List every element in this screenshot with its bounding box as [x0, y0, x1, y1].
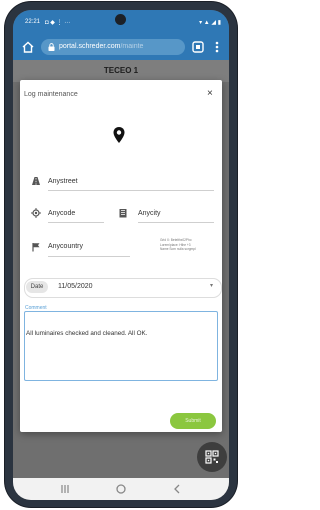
camera-icon [115, 14, 126, 25]
menu-icon[interactable] [211, 40, 223, 54]
map-pin-icon [113, 127, 125, 143]
back-icon[interactable] [169, 482, 185, 496]
recents-icon[interactable] [57, 482, 73, 496]
url-path: /mainte [120, 43, 144, 50]
app-title: TECEO 1 [103, 66, 139, 75]
tabs-icon[interactable] [191, 40, 205, 54]
close-icon[interactable]: × [207, 89, 213, 99]
country-field[interactable]: Anycountry [48, 243, 83, 250]
country-underline [48, 256, 130, 257]
address-bar[interactable]: portal.schreder.com/mainte [41, 39, 185, 55]
coordinates-note: Grid X: Betelthx02Pho Lorem/place: Hthe … [160, 238, 196, 251]
qr-code-icon [205, 450, 219, 464]
date-value: 11/05/2020 [58, 283, 93, 290]
street-underline [48, 190, 214, 191]
road-icon [32, 177, 40, 185]
comment-textarea[interactable] [24, 311, 218, 381]
lock-icon [48, 43, 55, 51]
street-field[interactable]: Anystreet [48, 178, 78, 185]
city-underline [138, 222, 214, 223]
url-host: portal.schreder.com [59, 43, 121, 50]
status-icons: ◘ ◆ ⋮ ··· [45, 20, 71, 26]
screen: 22:21 ◘ ◆ ⋮ ··· ▾ ▲ ◢ ▮ portal.schreder.… [13, 10, 229, 500]
chevron-down-icon[interactable]: ▾ [210, 282, 213, 289]
home-circle-icon[interactable] [113, 482, 129, 496]
qr-scan-button[interactable] [197, 442, 227, 472]
location-target-icon [31, 208, 41, 218]
home-icon[interactable] [21, 40, 35, 54]
date-field[interactable] [24, 278, 222, 298]
url-text: portal.schreder.com/mainte [59, 39, 143, 55]
flag-icon [32, 243, 40, 252]
status-time: 22:21 [25, 19, 41, 25]
system-nav-bar [13, 478, 229, 500]
log-maintenance-dialog: Log maintenance × Anystreet Anycode Anyc… [20, 80, 222, 432]
status-right-icons: ▾ ▲ ◢ ▮ [199, 20, 221, 26]
submit-button[interactable]: Submit [170, 413, 216, 429]
phone-frame: 22:21 ◘ ◆ ⋮ ··· ▾ ▲ ◢ ▮ portal.schreder.… [5, 2, 237, 507]
postcode-underline [48, 222, 104, 223]
postcode-field[interactable]: Anycode [48, 210, 75, 217]
browser-toolbar: portal.schreder.com/mainte [13, 34, 229, 60]
date-label: Date [26, 281, 48, 293]
building-icon [119, 209, 127, 218]
comment-text: All luminaires checked and cleaned. All … [26, 330, 148, 337]
dialog-title: Log maintenance [24, 91, 78, 98]
city-field[interactable]: Anycity [138, 210, 161, 217]
app-header: TECEO 1 [13, 60, 229, 82]
status-bar: 22:21 ◘ ◆ ⋮ ··· ▾ ▲ ◢ ▮ [13, 10, 229, 34]
